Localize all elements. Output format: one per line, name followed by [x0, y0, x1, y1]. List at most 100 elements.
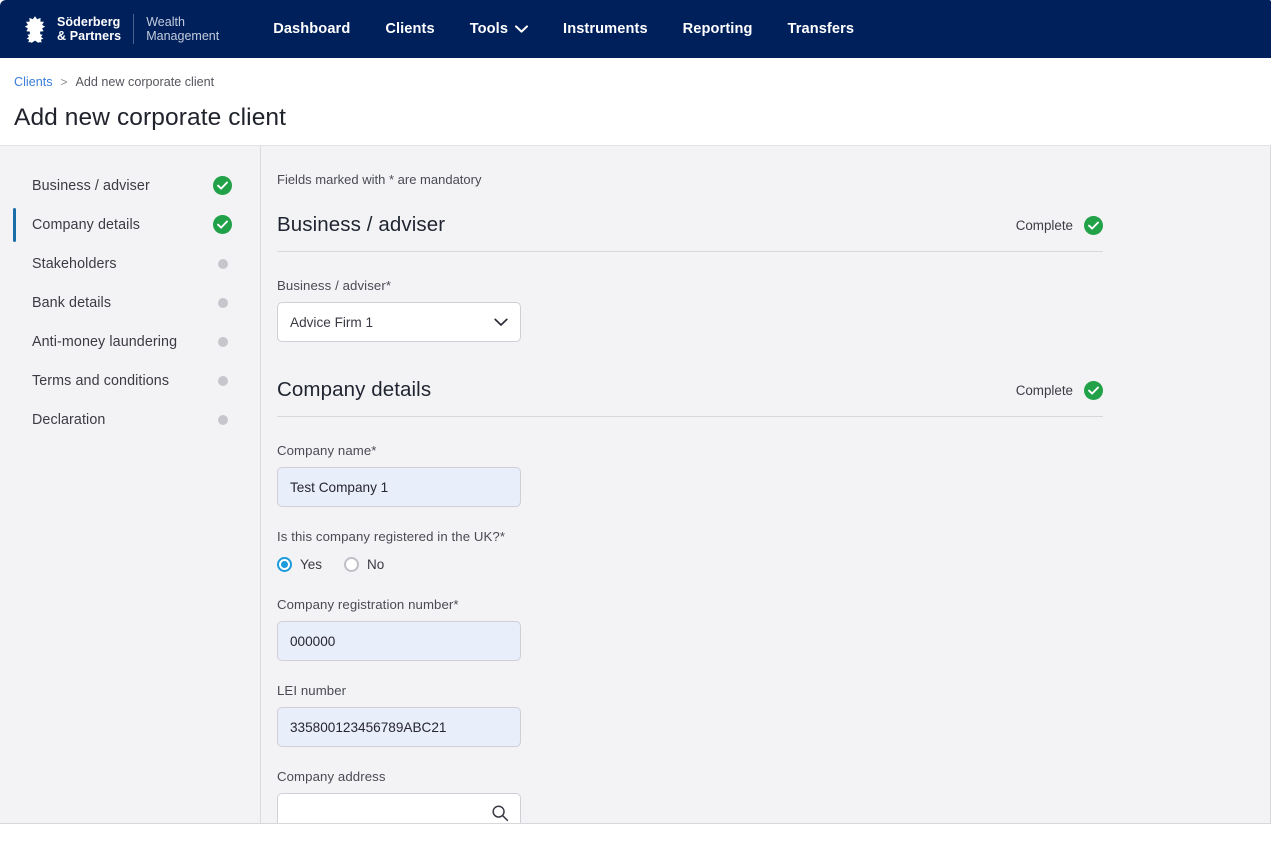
nav-item-dashboard-label: Dashboard [273, 21, 350, 37]
section-header-company-details: Company details Complete [277, 378, 1103, 417]
sidebar-item-company-details[interactable]: Company details [0, 205, 260, 244]
nav-item-list: Dashboard Clients Tools Instruments Repo… [273, 21, 854, 37]
field-lei-number: LEI number [277, 683, 1270, 747]
section-title: Company details [277, 378, 431, 402]
field-uk-registered: Is this company registered in the UK?* Y… [277, 529, 1270, 575]
nav-item-tools-label: Tools [470, 21, 508, 37]
step-active-indicator [13, 286, 16, 320]
field-label-text: Is this company registered in the UK? [277, 529, 500, 544]
step-active-indicator [13, 403, 16, 437]
top-navigation-bar: Söderberg & Partners Wealth Management D… [0, 0, 1271, 58]
step-active-indicator [13, 325, 16, 359]
radio-option-no[interactable]: No [344, 557, 384, 572]
company-registration-number-input[interactable] [277, 621, 521, 661]
chevron-down-icon [515, 25, 528, 33]
sidebar-item-stakeholders[interactable]: Stakeholders [0, 244, 260, 283]
sidebar-item-label: Stakeholders [32, 256, 218, 272]
step-active-indicator [13, 247, 16, 281]
required-marker: * [453, 597, 458, 612]
pending-dot-icon [218, 259, 228, 269]
company-name-control [277, 467, 521, 507]
brand-sub-line1: Wealth [146, 15, 219, 29]
nav-item-clients-label: Clients [385, 21, 434, 37]
status-badge-label: Complete [1016, 383, 1073, 398]
field-company-name: Company name* [277, 443, 1270, 507]
lei-number-control [277, 707, 521, 747]
company-address-input[interactable] [277, 793, 521, 823]
field-label-text: Business / adviser [277, 278, 386, 293]
pending-dot-icon [218, 376, 228, 386]
nav-item-dashboard[interactable]: Dashboard [273, 21, 350, 37]
field-label: Company name* [277, 443, 1270, 458]
status-badge: Complete [1016, 216, 1103, 235]
required-marker: * [500, 529, 505, 544]
nav-item-clients[interactable]: Clients [385, 21, 434, 37]
page-header: Clients > Add new corporate client Add n… [0, 58, 1271, 146]
field-label-text: Company name [277, 443, 371, 458]
field-label-text: LEI number [277, 683, 346, 698]
radio-option-yes-label: Yes [300, 557, 322, 572]
radio-mark-icon [344, 557, 359, 572]
business-adviser-select[interactable]: Advice Firm 1 [277, 302, 521, 342]
sidebar-item-label: Anti-money laundering [32, 334, 218, 350]
check-circle-icon [213, 176, 232, 195]
breadcrumb: Clients > Add new corporate client [14, 74, 1271, 90]
field-label-text: Company registration number [277, 597, 453, 612]
brand-name-line2: & Partners [57, 29, 121, 43]
page-title: Add new corporate client [14, 104, 1271, 132]
chevron-down-icon [494, 318, 508, 327]
nav-item-tools[interactable]: Tools [470, 21, 528, 37]
pending-dot-icon [218, 337, 228, 347]
breadcrumb-separator: > [61, 75, 68, 89]
status-badge-label: Complete [1016, 218, 1073, 233]
brand-sub-line2: Management [146, 29, 219, 43]
sidebar-item-terms-and-conditions[interactable]: Terms and conditions [0, 361, 260, 400]
step-active-indicator [13, 208, 16, 242]
breadcrumb-link-clients[interactable]: Clients [14, 75, 53, 89]
field-label-text: Company address [277, 769, 386, 784]
field-label: Company address [277, 769, 1270, 784]
mandatory-fields-note: Fields marked with * are mandatory [277, 172, 1270, 187]
uk-registered-radio-group: Yes No [277, 553, 1270, 575]
company-name-input[interactable] [277, 467, 521, 507]
step-active-indicator [13, 364, 16, 398]
sidebar-item-business-adviser[interactable]: Business / adviser [0, 166, 260, 205]
sidebar-item-label: Bank details [32, 295, 218, 311]
check-circle-icon [213, 215, 232, 234]
sidebar-item-anti-money-laundering[interactable]: Anti-money laundering [0, 322, 260, 361]
radio-option-no-label: No [367, 557, 384, 572]
nav-item-transfers-label: Transfers [787, 21, 854, 37]
sidebar-item-label: Declaration [32, 412, 218, 428]
sidebar-item-declaration[interactable]: Declaration [0, 400, 260, 439]
required-marker: * [371, 443, 376, 458]
check-circle-icon [1084, 381, 1103, 400]
sidebar-item-bank-details[interactable]: Bank details [0, 283, 260, 322]
brand-divider [133, 14, 134, 44]
pending-dot-icon [218, 415, 228, 425]
section-header-business-adviser: Business / adviser Complete [277, 213, 1103, 252]
sidebar-item-label: Business / adviser [32, 178, 213, 194]
nav-item-reporting[interactable]: Reporting [683, 21, 753, 37]
nav-item-transfers[interactable]: Transfers [787, 21, 854, 37]
page-body: Business / adviser Company details Stake… [0, 146, 1271, 824]
field-company-address: Company address [277, 769, 1270, 823]
app-root: Söderberg & Partners Wealth Management D… [0, 0, 1271, 844]
required-marker: * [386, 278, 391, 293]
brand-name-line1: Söderberg [57, 15, 121, 29]
field-business-adviser: Business / adviser* Advice Firm 1 [277, 278, 1270, 342]
nav-item-instruments[interactable]: Instruments [563, 21, 648, 37]
section-title: Business / adviser [277, 213, 445, 237]
pending-dot-icon [218, 298, 228, 308]
company-registration-number-control [277, 621, 521, 661]
radio-option-yes[interactable]: Yes [277, 557, 322, 572]
field-label: Business / adviser* [277, 278, 1270, 293]
brand-logo[interactable]: Söderberg & Partners Wealth Management [22, 12, 219, 46]
business-adviser-control: Advice Firm 1 [277, 302, 521, 342]
lei-number-input[interactable] [277, 707, 521, 747]
company-address-control [277, 793, 521, 823]
nav-item-reporting-label: Reporting [683, 21, 753, 37]
form-content: Fields marked with * are mandatory Busin… [261, 146, 1270, 823]
search-icon[interactable] [490, 803, 510, 823]
sidebar-item-label: Terms and conditions [32, 373, 218, 389]
breadcrumb-current: Add new corporate client [76, 75, 215, 89]
